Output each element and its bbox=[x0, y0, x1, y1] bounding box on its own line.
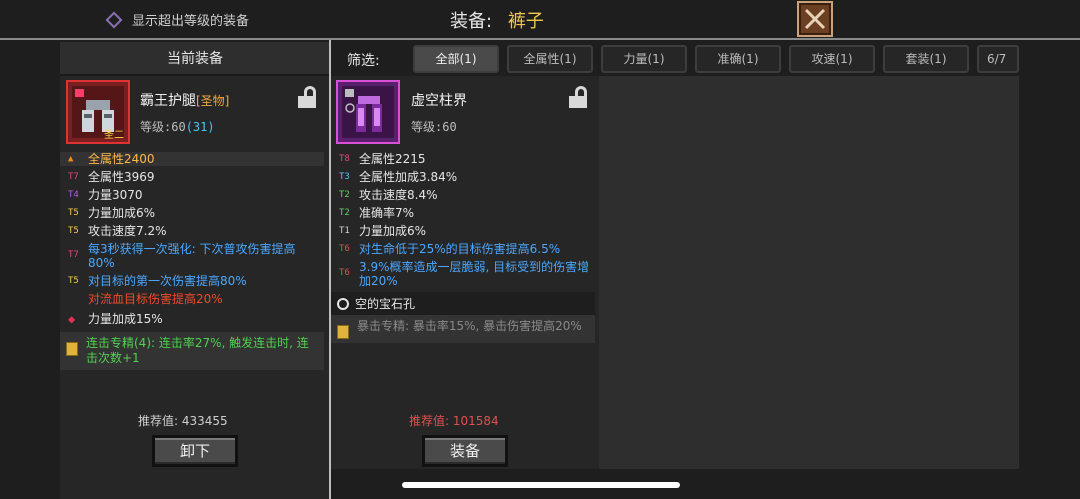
current-equipment-header: 当前装备 bbox=[60, 42, 330, 76]
empty-gem-slot: 空的宝石孔 bbox=[331, 292, 595, 315]
candidate-item-card[interactable]: 虚空柱界 等级:60 T8 全属性2215 T3 全属性加成3.84% T2 攻击速度… bbox=[331, 76, 599, 499]
level-bonus: (31) bbox=[185, 120, 215, 134]
stat-line: T4 力量3070 bbox=[68, 188, 143, 202]
equip-button[interactable]: 装备 bbox=[422, 435, 508, 467]
tab-all[interactable]: 全部(1) bbox=[413, 45, 499, 73]
equipped-recommend-value: 推荐值: 433455 bbox=[138, 414, 228, 428]
filter-tabs: 全部(1) 全属性(1) 力量(1) 准确(1) 攻速(1) 套装(1) 6/7… bbox=[413, 45, 1019, 73]
stat-line: 对流血目标伤害提高20% bbox=[88, 292, 223, 306]
item-list-area bbox=[599, 76, 1019, 469]
tab-strength[interactable]: 力量(1) bbox=[601, 45, 687, 73]
stat-line: T3 全属性加成3.84% bbox=[339, 170, 458, 184]
equipped-item-icon[interactable]: 圣二 bbox=[66, 80, 130, 144]
flame-icon: ▲ bbox=[68, 154, 74, 164]
page-title: 装备: 裤子 bbox=[450, 7, 544, 33]
diamond-checkbox-icon[interactable] bbox=[105, 11, 123, 28]
current-equipment-panel: 当前装备 圣二 霸王护腿[圣物] 等级:60(31) ▲ 全属性2400 T7 … bbox=[60, 42, 330, 499]
title-label: 装备: bbox=[450, 11, 493, 32]
tab-all-attributes[interactable]: 全属性(1) bbox=[507, 45, 593, 73]
candidate-item-level: 等级:60 bbox=[411, 120, 457, 134]
top-bar: 显示超出等级的装备 装备: 裤子 bbox=[0, 0, 1080, 40]
title-slot: 裤子 bbox=[507, 11, 544, 32]
tab-accuracy[interactable]: 准确(1) bbox=[695, 45, 781, 73]
equipped-item-level: 等级:60(31) bbox=[140, 120, 215, 134]
toggle-label: 显示超出等级的装备 bbox=[132, 14, 250, 29]
stat-line: T2 攻击速度8.4% bbox=[339, 188, 438, 202]
suit-bonus: 连击专精(4): 连击率27%, 触发连击时, 连击次数+1 bbox=[60, 332, 324, 370]
stat-line: T8 全属性2215 bbox=[339, 152, 426, 166]
tab-tier-6-7[interactable]: 6/7阶 bbox=[977, 45, 1019, 73]
candidate-panel: 筛选: 全部(1) 全属性(1) 力量(1) 准确(1) 攻速(1) 套装(1)… bbox=[331, 42, 1019, 499]
gem-line: ◆ 力量加成15% bbox=[66, 310, 330, 328]
equipped-stats: ▲ 全属性2400 T7 全属性3969 T4 力量3070 T5 力量加成6% T5… bbox=[60, 152, 330, 370]
close-button[interactable] bbox=[797, 1, 833, 37]
stat-line: T7 每3秒获得一次强化: 下次普攻伤害提高80% bbox=[68, 242, 296, 270]
book-icon bbox=[337, 325, 349, 339]
stat-line: T6 3.9%概率造成一层脆弱, 目标受到的伤害增加20% bbox=[339, 260, 590, 288]
stat-line: T2 准确率7% bbox=[339, 206, 415, 220]
candidate-item-header: 虚空柱界 等级:60 bbox=[331, 76, 599, 152]
stat-line: T7 全属性3969 bbox=[68, 170, 155, 184]
item-tier-tag: 圣二 bbox=[104, 130, 124, 141]
equipped-item-header: 圣二 霸王护腿[圣物] 等级:60(31) bbox=[60, 76, 330, 152]
void-armor-icon bbox=[345, 89, 382, 132]
lock-open-icon[interactable] bbox=[569, 86, 587, 108]
circle-icon bbox=[337, 297, 349, 310]
candidate-recommend-value: 推荐值: 101584 bbox=[409, 414, 499, 428]
stat-line: T1 力量加成6% bbox=[339, 224, 427, 238]
candidate-item-icon[interactable] bbox=[336, 80, 400, 144]
lock-open-icon[interactable] bbox=[298, 86, 316, 108]
unequip-button[interactable]: 卸下 bbox=[152, 435, 238, 467]
stat-line: T5 攻击速度7.2% bbox=[68, 224, 167, 238]
stat-line: ▲ 全属性2400 bbox=[60, 152, 324, 166]
tab-attack-speed[interactable]: 攻速(1) bbox=[789, 45, 875, 73]
candidate-stats: T8 全属性2215 T3 全属性加成3.84% T2 攻击速度8.4% T2 准确率7… bbox=[331, 152, 599, 343]
item-quality: [圣物] bbox=[196, 94, 230, 108]
candidate-suit-bonus: 暴击专精: 暴击率15%, 暴击伤害提高20% bbox=[331, 315, 595, 343]
home-indicator[interactable] bbox=[402, 482, 680, 488]
filter-bar: 筛选: 全部(1) 全属性(1) 力量(1) 准确(1) 攻速(1) 套装(1)… bbox=[331, 42, 1019, 76]
book-icon bbox=[66, 342, 78, 356]
candidate-item-name: 虚空柱界 bbox=[411, 93, 467, 109]
stat-line: T5 力量加成6% bbox=[68, 206, 156, 220]
show-overlevel-toggle[interactable]: 显示超出等级的装备 bbox=[105, 10, 250, 29]
stat-line: T6 对生命低于25%的目标伤害提高6.5% bbox=[339, 242, 561, 256]
filter-label: 筛选: bbox=[347, 53, 380, 69]
stat-line: T5 对目标的第一次伤害提高80% bbox=[68, 274, 247, 288]
equipped-item-name: 霸王护腿[圣物] bbox=[140, 93, 230, 109]
gem-icon: ◆ bbox=[68, 312, 76, 326]
close-icon bbox=[804, 8, 826, 30]
tab-set[interactable]: 套装(1) bbox=[883, 45, 969, 73]
